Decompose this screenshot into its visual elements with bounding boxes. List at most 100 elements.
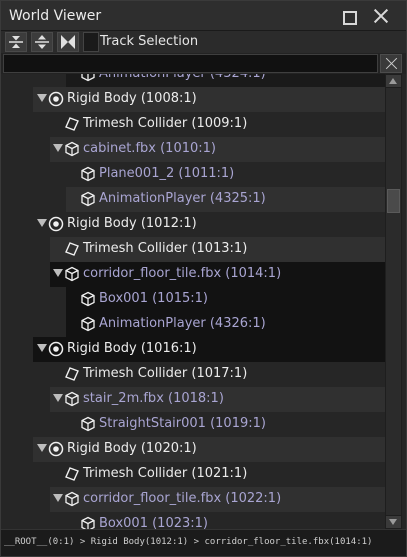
rigid-body-icon [48, 216, 64, 232]
collider-icon [65, 117, 79, 131]
tree-row[interactable]: AnimationPlayer (4325:1) [1, 187, 385, 212]
expand-arrow-icon[interactable] [37, 94, 47, 102]
tree-row[interactable]: Rigid Body (1020:1) [1, 437, 385, 462]
track-selection-label: Track Selection [100, 34, 199, 49]
window-title: World Viewer [9, 8, 102, 24]
node-icon [64, 141, 80, 157]
vertical-scrollbar[interactable] [385, 74, 402, 529]
expand-arrow-icon[interactable] [53, 394, 63, 402]
node-label: corridor_floor_tile.fbx (1022:1) [83, 491, 282, 506]
node-icon [64, 116, 80, 132]
close-button[interactable] [371, 6, 391, 26]
node-label: Rigid Body (1008:1) [67, 91, 197, 106]
node-label: Trimesh Collider (1021:1) [83, 466, 248, 481]
search-row [1, 53, 406, 74]
node-icon [64, 391, 80, 407]
clear-selection-icon [61, 35, 75, 49]
expand-arrow-icon[interactable] [53, 269, 63, 277]
node-label: Trimesh Collider (1009:1) [83, 116, 248, 131]
collider-icon [65, 367, 79, 381]
clear-selection-button[interactable] [57, 32, 79, 52]
node-label: Rigid Body (1016:1) [67, 341, 197, 356]
node-icon [80, 291, 96, 307]
node-label: stair_2m.fbx (1018:1) [83, 391, 224, 406]
mesh-icon [81, 291, 95, 307]
node-label: AnimationPlayer (4324:1) [99, 74, 266, 81]
node-icon [48, 216, 64, 232]
tree-row[interactable]: stair_2m.fbx (1018:1) [1, 387, 385, 412]
node-label: Trimesh Collider (1017:1) [83, 366, 248, 381]
mesh-icon [81, 191, 95, 207]
node-icon [48, 91, 64, 107]
breadcrumb-path: __ROOT__(0:1) > Rigid Body(1012:1) > cor… [4, 537, 373, 547]
node-label: Rigid Body (1012:1) [67, 216, 197, 231]
node-label: Rigid Body (1020:1) [67, 441, 197, 456]
expand-arrow-icon[interactable] [53, 494, 63, 502]
collider-icon [65, 242, 79, 256]
tree-row[interactable]: Trimesh Collider (1017:1) [1, 362, 385, 387]
mesh-icon [81, 516, 95, 529]
tree-row[interactable]: Plane001_2 (1011:1) [1, 162, 385, 187]
tree-row[interactable]: Trimesh Collider (1021:1) [1, 462, 385, 487]
tree-row[interactable]: AnimationPlayer (4326:1) [1, 312, 385, 337]
rigid-body-icon [48, 441, 64, 457]
node-label: Trimesh Collider (1013:1) [83, 241, 248, 256]
expand-arrow-icon[interactable] [37, 219, 47, 227]
node-icon [48, 441, 64, 457]
maximize-button[interactable] [338, 6, 358, 26]
title-bar[interactable]: World Viewer [1, 1, 406, 31]
node-icon [80, 166, 96, 182]
collider-icon [65, 467, 79, 481]
node-label: StraightStair001 (1019:1) [99, 416, 266, 431]
scrollbar-track[interactable] [386, 88, 401, 515]
tree-row[interactable]: cabinet.fbx (1010:1) [1, 137, 385, 162]
search-input[interactable] [3, 54, 378, 73]
node-label: Box001 (1015:1) [99, 291, 208, 306]
animation-icon [81, 74, 95, 82]
track-selection-checkbox[interactable] [83, 32, 99, 52]
mesh-icon [81, 316, 95, 332]
node-label: AnimationPlayer (4325:1) [99, 191, 266, 206]
mesh-icon [81, 416, 95, 432]
collapse-all-button[interactable] [5, 32, 27, 52]
node-label: Plane001_2 (1011:1) [99, 166, 235, 181]
rigid-body-icon [48, 91, 64, 107]
expand-icon [35, 35, 49, 49]
node-icon [80, 316, 96, 332]
search-clear-button[interactable] [380, 54, 402, 73]
expand-arrow-icon[interactable] [53, 144, 63, 152]
node-label: corridor_floor_tile.fbx (1014:1) [83, 266, 282, 281]
node-icon [64, 241, 80, 257]
tree-row[interactable]: Box001 (1023:1) [1, 512, 385, 529]
expand-arrow-icon[interactable] [37, 444, 47, 452]
node-icon [80, 74, 96, 82]
node-icon [64, 266, 80, 282]
breadcrumb: __ROOT__(0:1) > Rigid Body(1012:1) > cor… [1, 529, 406, 556]
node-icon [64, 466, 80, 482]
tree-row[interactable]: Trimesh Collider (1013:1) [1, 237, 385, 262]
tree-row[interactable]: Trimesh Collider (1009:1) [1, 112, 385, 137]
tree-row[interactable]: Box001 (1015:1) [1, 287, 385, 312]
scene-tree: AnimationPlayer (4324:1) Rigid Body (1008… [1, 74, 385, 529]
expand-all-button[interactable] [31, 32, 53, 52]
toolbar: Track Selection [1, 31, 406, 53]
rigid-body-icon [48, 341, 64, 357]
tree-row[interactable]: AnimationPlayer (4324:1) [1, 74, 385, 87]
tree-row[interactable]: corridor_floor_tile.fbx (1014:1) [1, 262, 385, 287]
scroll-up-button[interactable] [386, 75, 401, 87]
tree-row[interactable]: StraightStair001 (1019:1) [1, 412, 385, 437]
expand-arrow-icon[interactable] [37, 344, 47, 352]
tree-row[interactable]: Rigid Body (1016:1) [1, 337, 385, 362]
mesh-icon [65, 266, 79, 282]
node-icon [80, 416, 96, 432]
mesh-icon [81, 166, 95, 182]
node-icon [80, 191, 96, 207]
node-icon [64, 366, 80, 382]
scroll-down-button[interactable] [386, 516, 401, 528]
node-icon [80, 516, 96, 529]
collapse-icon [9, 36, 23, 48]
tree-row[interactable]: Rigid Body (1008:1) [1, 87, 385, 112]
tree-row[interactable]: Rigid Body (1012:1) [1, 212, 385, 237]
scrollbar-thumb[interactable] [387, 189, 400, 213]
tree-row[interactable]: corridor_floor_tile.fbx (1022:1) [1, 487, 385, 512]
